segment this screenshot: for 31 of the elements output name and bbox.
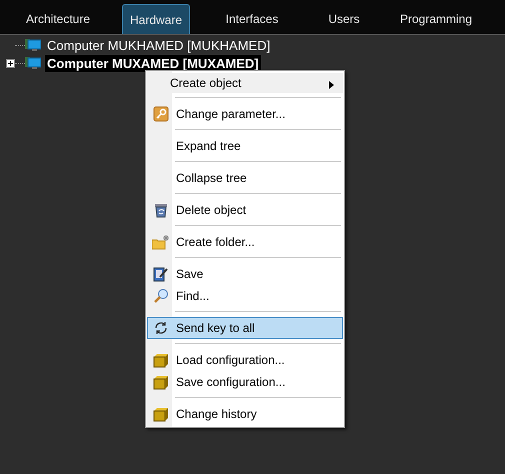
menu-item[interactable]: Save configuration... [147,371,343,393]
menu-item[interactable]: Change parameter... [147,103,343,125]
tab[interactable]: Interfaces [202,4,302,34]
menu-item[interactable]: Collapse tree [147,167,343,189]
new-folder-icon [152,234,170,250]
refresh-icon [153,320,169,336]
box-icon [153,406,169,422]
menu-item[interactable]: Load configuration... [147,349,343,371]
tab[interactable]: Users [314,4,374,34]
menu-item[interactable]: Find... [147,285,343,307]
search-icon [153,288,169,304]
menu-item[interactable]: Expand tree [147,135,343,157]
menu-item[interactable]: Delete object [147,199,343,221]
recycle-bin-icon [153,202,169,218]
tab[interactable]: Architecture [10,4,106,34]
document-pen-icon [153,266,169,282]
tab[interactable]: Hardware [122,4,190,34]
box-icon [153,352,169,368]
box-icon [153,374,169,390]
computer-icon [25,38,41,52]
tree-item[interactable]: Computer MUXAMED [MUXAMED] [45,54,261,72]
key-icon [153,106,169,122]
tab[interactable]: Programming [386,4,486,34]
menu-item[interactable]: Change history [147,403,343,425]
expand-icon[interactable] [6,58,15,68]
menu-item[interactable]: Save [147,263,343,285]
tree-item[interactable]: Computer MUKHAMED [MUKHAMED] [45,36,272,54]
menu-item[interactable]: Create folder... [147,231,343,253]
computer-icon [25,56,41,70]
submenu-arrow-icon [329,81,334,89]
menu-item[interactable]: Send key to all [147,317,343,339]
